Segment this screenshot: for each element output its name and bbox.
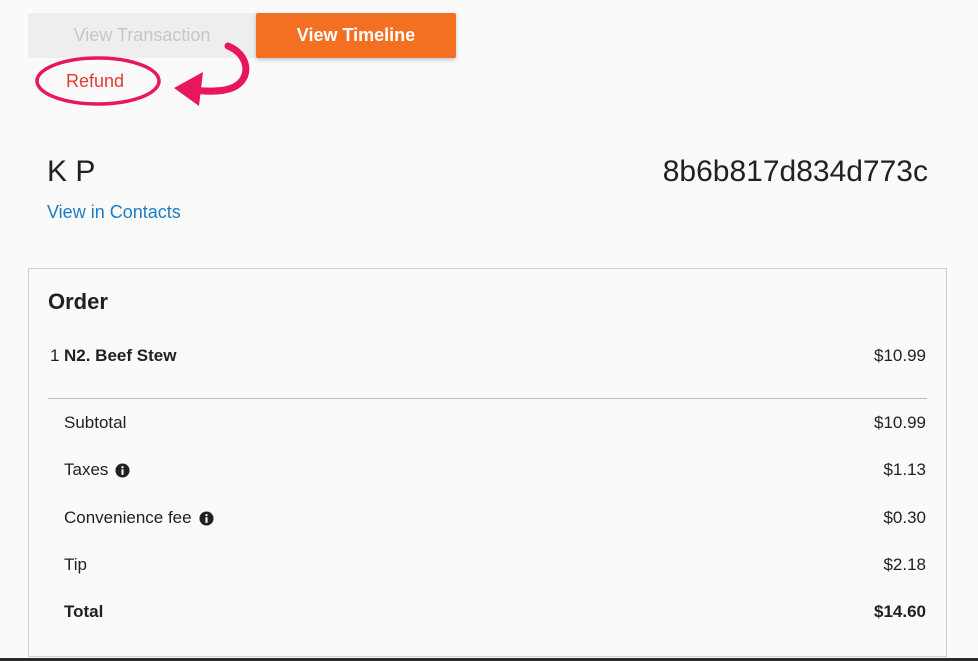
- total-row: Total $14.60: [64, 601, 926, 623]
- order-card: Order 1 N2. Beef Stew $10.99 Subtotal $1…: [28, 268, 947, 657]
- subtotal-row: Subtotal $10.99: [64, 412, 926, 434]
- taxes-info-icon[interactable]: [115, 462, 130, 478]
- convenience-fee-info-icon[interactable]: [199, 510, 214, 526]
- view-in-contacts-link[interactable]: View in Contacts: [47, 201, 181, 223]
- order-id: 8b6b817d834d773c: [662, 155, 928, 188]
- tip-row: Tip $2.18: [64, 554, 926, 576]
- order-title: Order: [48, 289, 108, 314]
- tab-view-transaction[interactable]: View Transaction: [28, 13, 256, 58]
- convenience-fee-label-group: Convenience fee: [64, 507, 214, 529]
- total-label: Total: [64, 602, 104, 621]
- tip-label: Tip: [64, 555, 87, 574]
- divider: [48, 398, 927, 399]
- convenience-fee-label: Convenience fee: [64, 508, 192, 527]
- taxes-value: $1.13: [883, 460, 926, 479]
- convenience-fee-value: $0.30: [883, 508, 926, 527]
- taxes-row: Taxes $1.13: [64, 459, 926, 481]
- total-value: $14.60: [874, 602, 926, 621]
- item-quantity: 1: [50, 346, 60, 365]
- convenience-fee-row: Convenience fee $0.30: [64, 507, 926, 529]
- refund-link[interactable]: Refund: [66, 70, 124, 92]
- item-price: $10.99: [874, 346, 926, 365]
- customer-name: K P: [47, 155, 96, 188]
- order-item-row: 1 N2. Beef Stew $10.99: [50, 345, 926, 367]
- tab-view-timeline[interactable]: View Timeline: [256, 13, 456, 58]
- tip-value: $2.18: [883, 555, 926, 574]
- subtotal-value: $10.99: [874, 413, 926, 432]
- subtotal-label: Subtotal: [64, 413, 127, 432]
- taxes-label: Taxes: [64, 460, 109, 479]
- item-name: N2. Beef Stew: [64, 346, 177, 365]
- taxes-label-group: Taxes: [64, 459, 130, 481]
